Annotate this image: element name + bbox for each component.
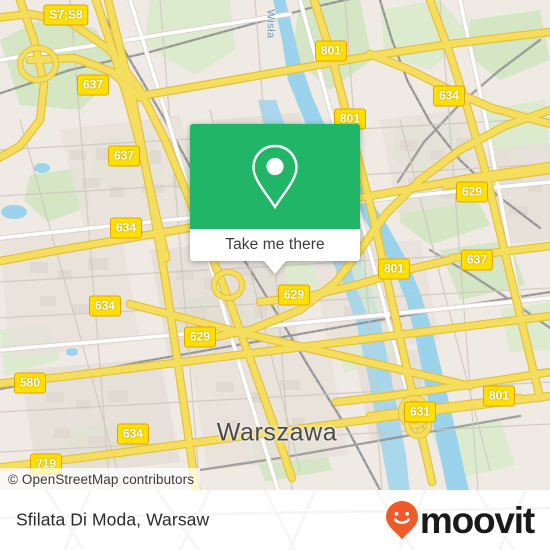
place-label-warszawa: Warszawa: [216, 418, 338, 447]
callout-tail: [264, 261, 286, 274]
road-shield: 631: [403, 401, 437, 423]
map-canvas[interactable]: .bg { fill:#EFEAE3; } .green { fill:#D4E…: [0, 0, 550, 490]
take-me-there-button[interactable]: Take me there: [190, 229, 360, 261]
road-shield: 637: [76, 74, 110, 96]
moovit-wordmark: moovit: [419, 499, 535, 541]
road-shield: 629: [277, 284, 311, 306]
road-shield: 637: [460, 249, 494, 271]
moovit-map-share-card: .bg { fill:#EFEAE3; } .green { fill:#D4E…: [0, 0, 550, 550]
road-shield: S7;S8: [43, 4, 89, 26]
road-shield: 634: [109, 217, 143, 239]
moovit-smiley-pin-icon: [385, 501, 418, 540]
road-shield: 629: [183, 326, 217, 348]
road-shield: 801: [482, 385, 516, 407]
location-title: Sfilata Di Moda, Warsaw: [16, 509, 210, 530]
location-pin-icon: [252, 144, 298, 209]
moovit-brand[interactable]: moovit: [385, 499, 535, 541]
footer-bar: Sfilata Di Moda, Warsaw moovit: [0, 490, 550, 550]
road-shield: 801: [314, 40, 348, 62]
map-attribution[interactable]: © OpenStreetMap contributors: [0, 468, 201, 490]
road-shield: 580: [13, 372, 47, 394]
road-shield: 634: [88, 295, 122, 317]
road-shield: 634: [432, 85, 466, 107]
road-shield: 629: [455, 181, 489, 203]
road-shield: 637: [107, 145, 141, 167]
take-me-there-callout[interactable]: Take me there: [190, 124, 360, 274]
road-shield: 634: [116, 423, 150, 445]
river-label: Wisła: [264, 9, 277, 39]
callout-pin-area: [190, 124, 360, 229]
road-shield: 801: [377, 258, 411, 280]
